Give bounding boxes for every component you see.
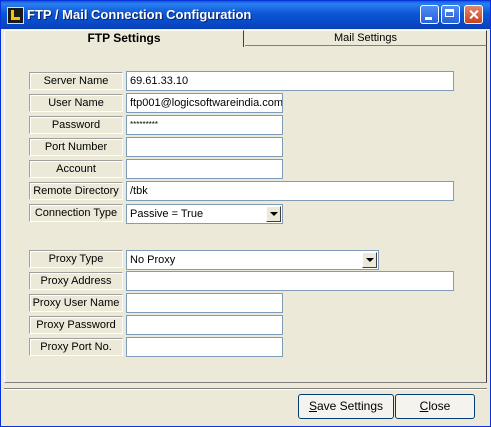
user-name-label: User Name: [29, 94, 123, 112]
proxy-password-label: Proxy Password: [29, 316, 123, 334]
proxy-user-name-field[interactable]: [126, 293, 283, 313]
proxy-port-label: Proxy Port No.: [29, 338, 123, 356]
save-accel-key: S: [308, 399, 317, 413]
save-label: ave Settings: [316, 399, 384, 413]
window-title: FTP / Mail Connection Configuration: [27, 7, 252, 22]
user-name-field[interactable]: ftp001@logicsoftwareindia.com: [126, 93, 283, 113]
tab-mail-settings[interactable]: Mail Settings: [245, 30, 487, 46]
close-label: lose: [428, 399, 451, 413]
tab-bar: FTP Settings Mail Settings: [4, 30, 487, 47]
proxy-type-value: No Proxy: [130, 254, 176, 266]
proxy-address-label: Proxy Address: [29, 272, 123, 290]
account-field[interactable]: [126, 159, 283, 179]
proxy-user-name-label: Proxy User Name: [29, 294, 123, 312]
proxy-port-field[interactable]: [126, 337, 283, 357]
connection-type-select[interactable]: Passive = True: [126, 204, 283, 224]
password-label: Password: [29, 116, 123, 134]
tab-ftp-settings[interactable]: FTP Settings: [4, 30, 244, 47]
proxy-address-field[interactable]: [126, 271, 454, 291]
chevron-down-icon[interactable]: [266, 206, 281, 222]
proxy-type-select[interactable]: No Proxy: [126, 250, 379, 270]
proxy-password-field[interactable]: [126, 315, 283, 335]
password-field[interactable]: *********: [126, 115, 283, 135]
connection-type-value: Passive = True: [130, 208, 204, 220]
remote-directory-field[interactable]: /tbk: [126, 181, 454, 201]
config-window: FTP / Mail Connection Configuration FTP …: [0, 0, 491, 427]
proxy-type-label: Proxy Type: [29, 250, 123, 268]
account-label: Account: [29, 160, 123, 178]
remote-directory-label: Remote Directory: [29, 182, 123, 200]
title-bar[interactable]: FTP / Mail Connection Configuration: [1, 1, 490, 29]
minimize-icon[interactable]: [420, 5, 439, 24]
server-name-label: Server Name: [29, 72, 123, 90]
port-number-field[interactable]: [126, 137, 283, 157]
connection-type-label: Connection Type: [29, 204, 123, 222]
close-button[interactable]: Close: [395, 394, 475, 419]
maximize-icon[interactable]: [441, 5, 460, 24]
save-settings-button[interactable]: Save Settings: [298, 394, 394, 419]
chevron-down-icon[interactable]: [362, 252, 377, 268]
app-logo-icon: [7, 7, 24, 24]
close-icon[interactable]: [464, 5, 483, 24]
port-number-label: Port Number: [29, 138, 123, 156]
footer-divider: [4, 388, 487, 390]
server-name-field[interactable]: 69.61.33.10: [126, 71, 454, 91]
